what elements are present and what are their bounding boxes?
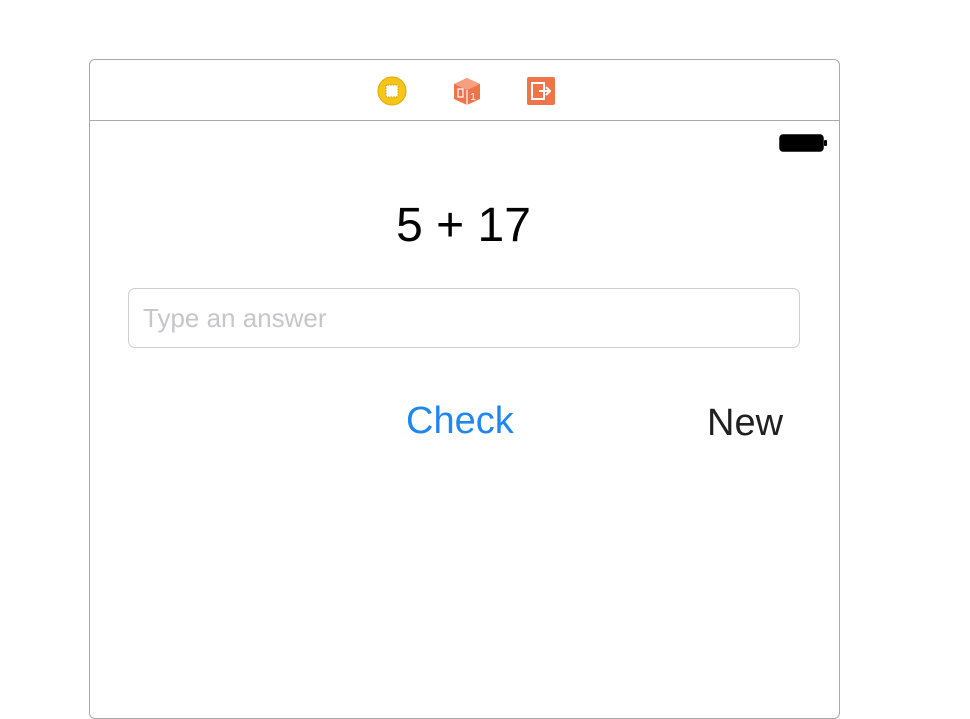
check-button[interactable]: Check (406, 398, 514, 444)
new-button[interactable]: New (707, 400, 783, 446)
battery-full-icon (779, 133, 827, 153)
exit-icon[interactable] (526, 76, 556, 106)
scene-dock: 1 (90, 60, 839, 121)
answer-input[interactable] (128, 288, 800, 348)
status-bar (90, 121, 839, 163)
equation-label: 5 + 17 (396, 199, 531, 252)
view-controller-icon[interactable] (377, 76, 407, 106)
svg-text:1: 1 (470, 92, 476, 103)
first-responder-icon[interactable]: 1 (452, 76, 482, 106)
storyboard-scene: 1 5 + 17 Check New (89, 59, 840, 719)
